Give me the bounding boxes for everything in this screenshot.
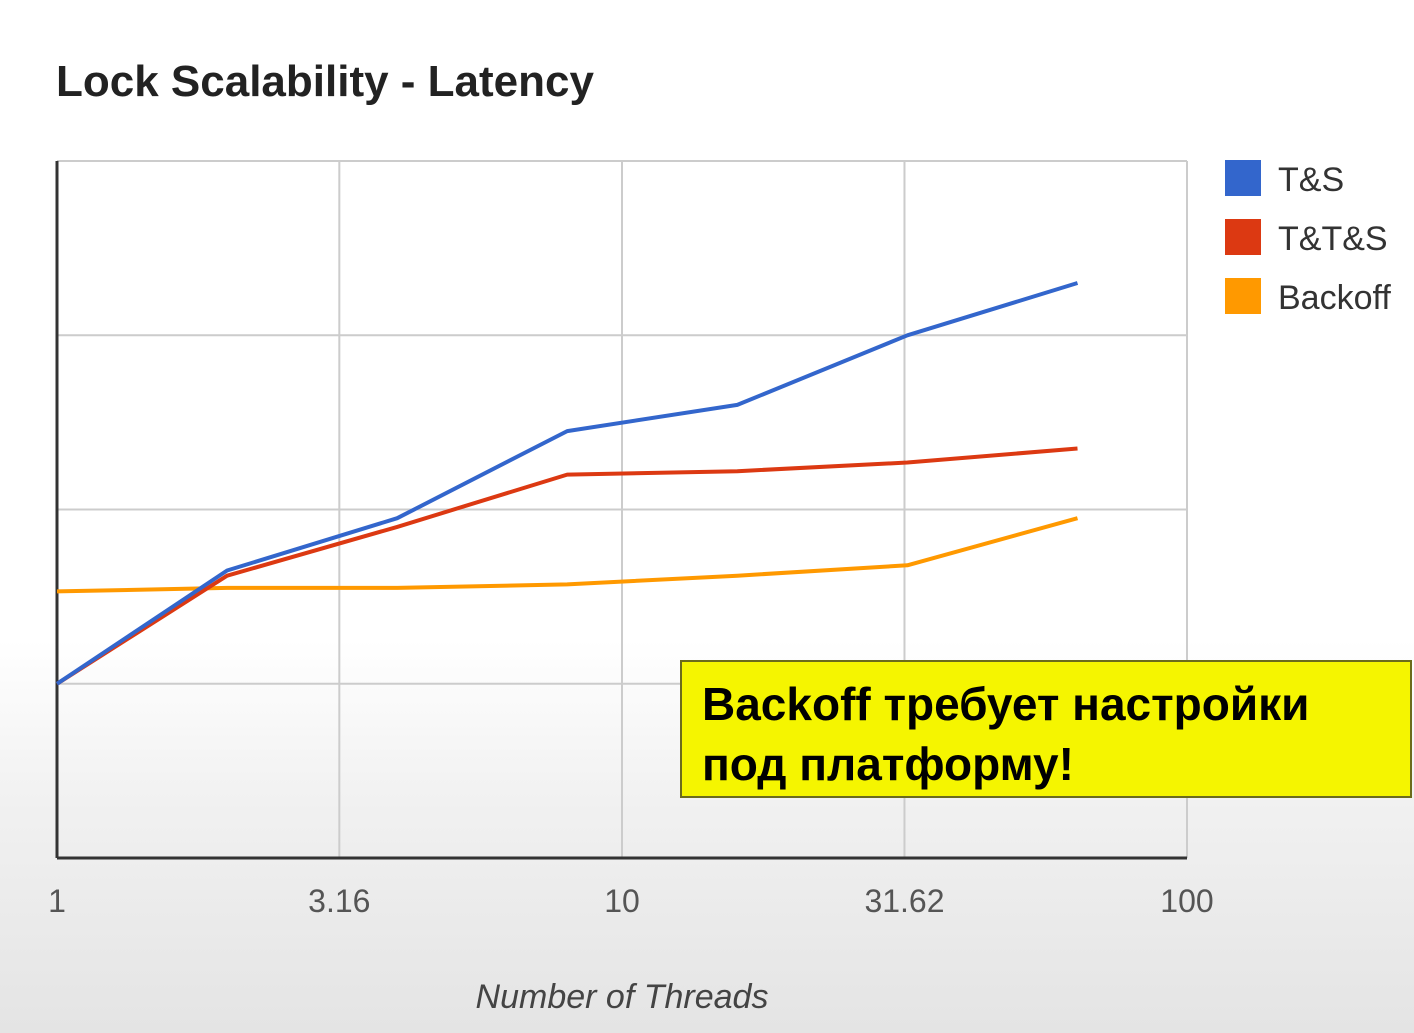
annotation-line-1: Backoff требует настройки (702, 678, 1310, 730)
x-tick-label: 10 (604, 883, 640, 919)
legend-swatch (1225, 160, 1261, 196)
legend: T&S T&T&S Backoff (1225, 160, 1391, 317)
series-lines (55, 281, 1079, 686)
annotation-line-2: под платформу! (702, 738, 1074, 790)
latency-chart: Lock Scalability - Latency 1 3.16 10 31.62 1… (48, 57, 1391, 1016)
x-tick-label: 31.62 (864, 883, 944, 919)
chart-title: Lock Scalability - Latency (56, 57, 594, 106)
annotation-callout: Backoff требует настройки под платформу! (680, 660, 1412, 798)
series-line-t-t-s (55, 446, 1078, 686)
legend-swatch (1225, 278, 1261, 314)
legend-label: Backoff (1278, 279, 1391, 317)
x-tick-label: 1 (48, 883, 66, 919)
series-line-t-s (55, 281, 1079, 686)
x-axis-label: Number of Threads (476, 978, 769, 1016)
x-tick-labels: 1 3.16 10 31.62 100 (48, 883, 1214, 919)
legend-label: T&T&S (1278, 220, 1388, 258)
legend-swatch (1225, 219, 1261, 255)
legend-label: T&S (1278, 161, 1344, 199)
x-tick-label: 100 (1160, 883, 1213, 919)
x-tick-label: 3.16 (308, 883, 370, 919)
